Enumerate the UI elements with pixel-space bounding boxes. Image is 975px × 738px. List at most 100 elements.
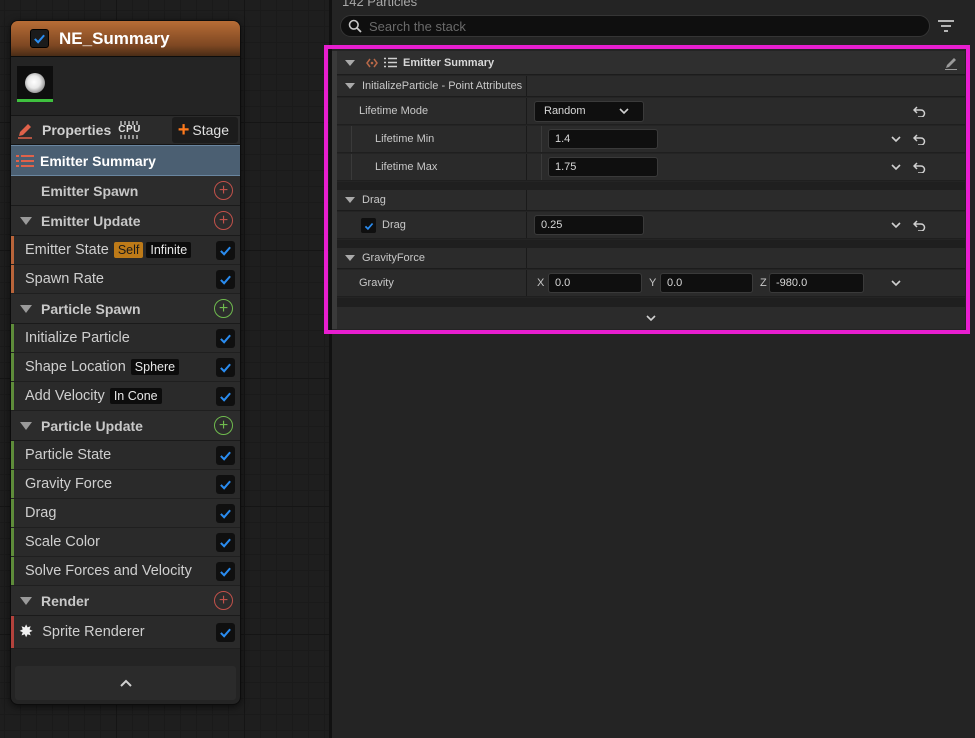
module-particle-state[interactable]: Particle State bbox=[11, 441, 240, 470]
module-shape-location[interactable]: Shape Location Sphere bbox=[11, 353, 240, 382]
check-icon bbox=[220, 567, 231, 577]
group-render[interactable]: Render + bbox=[11, 586, 240, 616]
reset-to-default-icon[interactable] bbox=[913, 106, 926, 117]
collapse-arrow-icon bbox=[20, 216, 32, 225]
module-enable-checkbox[interactable] bbox=[216, 446, 235, 465]
module-enable-checkbox[interactable] bbox=[216, 387, 235, 406]
gravity-z-input[interactable]: -980.0 bbox=[769, 273, 864, 293]
add-module-button-emitter-update[interactable]: + bbox=[214, 211, 233, 230]
check-icon bbox=[364, 222, 373, 230]
particle-preview-icon bbox=[25, 72, 45, 93]
module-enable-checkbox[interactable] bbox=[216, 623, 235, 642]
module-color-bar bbox=[11, 470, 14, 498]
group-particle-update[interactable]: Particle Update + bbox=[11, 411, 240, 441]
check-icon bbox=[220, 628, 231, 638]
gravity-y-input[interactable]: 0.0 bbox=[660, 273, 753, 293]
check-icon bbox=[220, 334, 231, 344]
row-lifetime-min: Lifetime Min 1.4 bbox=[337, 126, 965, 153]
add-velocity-tag: In Cone bbox=[109, 388, 162, 404]
lifetime-mode-dropdown[interactable]: Random bbox=[534, 101, 644, 122]
check-icon bbox=[34, 34, 45, 44]
add-module-button-particle-spawn[interactable]: + bbox=[214, 299, 233, 318]
lifetime-mode-label: Lifetime Mode bbox=[359, 105, 429, 117]
module-enable-checkbox[interactable] bbox=[216, 358, 235, 377]
reset-to-default-icon[interactable] bbox=[913, 134, 926, 145]
column-splitter bbox=[526, 270, 527, 296]
stack-search-box[interactable] bbox=[340, 15, 930, 37]
emitter-node[interactable]: NE_Summary Properties CPU + Stage Emitte… bbox=[10, 20, 241, 705]
search-input[interactable] bbox=[369, 18, 909, 34]
module-initialize-particle[interactable]: Initialize Particle bbox=[11, 324, 240, 353]
section-initialize-particle[interactable]: InitializeParticle - Point Attributes bbox=[337, 76, 965, 97]
module-enable-checkbox[interactable] bbox=[216, 241, 235, 260]
expand-stack-button[interactable] bbox=[337, 307, 965, 329]
module-solve-forces[interactable]: Solve Forces and Velocity bbox=[11, 557, 240, 586]
section-gravity-force[interactable]: GravityForce bbox=[337, 248, 965, 269]
module-color-bar bbox=[11, 265, 14, 293]
particle-count: 142 Particles bbox=[342, 0, 418, 9]
gravity-x-input[interactable]: 0.0 bbox=[548, 273, 642, 293]
group-emitter-update[interactable]: Emitter Update + bbox=[11, 206, 240, 236]
chevron-up-icon bbox=[119, 679, 132, 687]
module-enable-checkbox[interactable] bbox=[216, 533, 235, 552]
chevron-down-icon[interactable] bbox=[891, 280, 901, 287]
properties-button[interactable]: Properties CPU bbox=[11, 116, 172, 144]
group-emitter-spawn[interactable]: Emitter Spawn + bbox=[11, 176, 240, 206]
module-enable-checkbox[interactable] bbox=[216, 329, 235, 348]
add-module-button-emitter-spawn[interactable]: + bbox=[214, 181, 233, 200]
filter-icon[interactable] bbox=[937, 19, 955, 33]
node-enable-checkbox[interactable] bbox=[30, 29, 49, 48]
module-spawn-rate[interactable]: Spawn Rate bbox=[11, 265, 240, 294]
edit-icon[interactable] bbox=[944, 56, 958, 70]
check-icon bbox=[220, 451, 231, 461]
module-add-velocity[interactable]: Add Velocity In Cone bbox=[11, 382, 240, 411]
module-color-bar bbox=[11, 236, 14, 264]
stack-header[interactable]: Emitter Summary bbox=[337, 51, 965, 75]
column-splitter bbox=[526, 154, 527, 180]
collapse-node-button[interactable] bbox=[15, 666, 236, 700]
module-color-bar bbox=[11, 499, 14, 527]
module-sprite-renderer[interactable]: ✸ Sprite Renderer bbox=[11, 616, 240, 649]
emitter-summary-stack: Emitter Summary InitializeParticle - Poi… bbox=[332, 51, 965, 329]
check-icon bbox=[220, 509, 231, 519]
check-icon bbox=[220, 538, 231, 548]
emitter-thumbnail[interactable] bbox=[17, 66, 53, 102]
reset-to-default-icon[interactable] bbox=[913, 162, 926, 173]
pencil-icon bbox=[18, 123, 32, 139]
group-particle-spawn[interactable]: Particle Spawn + bbox=[11, 294, 240, 324]
chevron-down-icon[interactable] bbox=[891, 136, 901, 143]
add-module-button-particle-update[interactable]: + bbox=[214, 416, 233, 435]
add-renderer-button[interactable]: + bbox=[214, 591, 233, 610]
column-splitter bbox=[526, 248, 527, 268]
module-enable-checkbox[interactable] bbox=[216, 504, 235, 523]
module-gravity-force[interactable]: Gravity Force bbox=[11, 470, 240, 499]
add-stage-button[interactable]: + Stage bbox=[171, 117, 238, 143]
indent-guide bbox=[541, 126, 542, 152]
module-color-bar bbox=[11, 324, 14, 352]
chevron-down-icon[interactable] bbox=[891, 222, 901, 229]
chip-pins-bottom-icon bbox=[119, 135, 138, 139]
drag-enable-checkbox[interactable] bbox=[361, 218, 376, 233]
emitter-spawn-label: Emitter Spawn bbox=[41, 182, 139, 199]
collapse-arrow-icon bbox=[20, 421, 32, 430]
gravity-y-axis-label: Y bbox=[649, 277, 657, 289]
module-emitter-state[interactable]: Emitter State Self Infinite bbox=[11, 236, 240, 265]
module-label: Initialize Particle bbox=[25, 330, 130, 346]
section-drag[interactable]: Drag bbox=[337, 190, 965, 211]
lifetime-min-input[interactable]: 1.4 bbox=[548, 129, 658, 149]
drag-input[interactable]: 0.25 bbox=[534, 215, 644, 235]
lifetime-max-label: Lifetime Max bbox=[375, 161, 438, 173]
chevron-down-icon[interactable] bbox=[891, 164, 901, 171]
module-enable-checkbox[interactable] bbox=[216, 475, 235, 494]
gravity-x-axis-label: X bbox=[537, 277, 545, 289]
reset-to-default-icon[interactable] bbox=[913, 220, 926, 231]
module-color-bar bbox=[11, 528, 14, 556]
node-title-bar[interactable]: NE_Summary bbox=[11, 21, 240, 57]
module-enable-checkbox[interactable] bbox=[216, 562, 235, 581]
module-scale-color[interactable]: Scale Color bbox=[11, 528, 240, 557]
emitter-summary-item[interactable]: Emitter Summary bbox=[11, 145, 240, 176]
module-enable-checkbox[interactable] bbox=[216, 270, 235, 289]
lifetime-max-input[interactable]: 1.75 bbox=[548, 157, 658, 177]
chevron-down-icon bbox=[646, 314, 656, 321]
module-drag[interactable]: Drag bbox=[11, 499, 240, 528]
